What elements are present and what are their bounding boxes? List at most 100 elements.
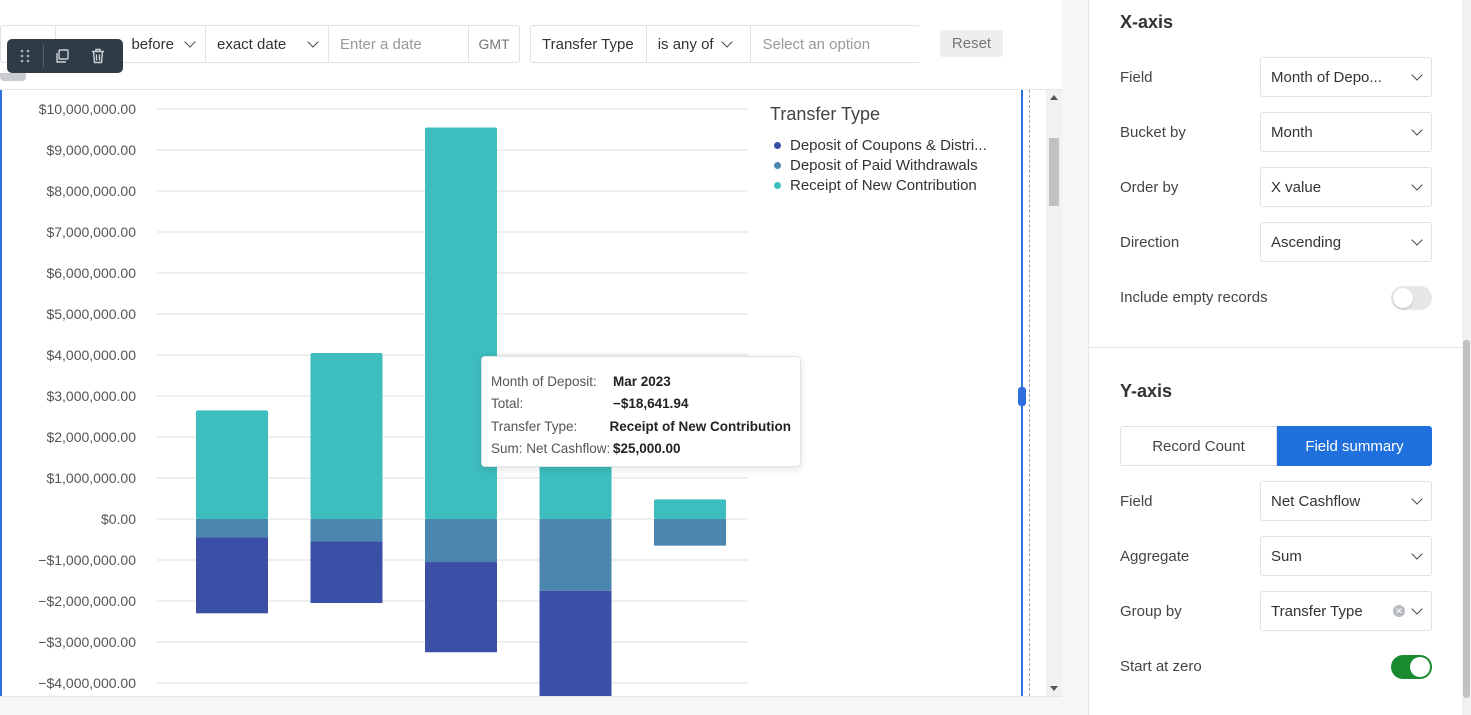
reset-button[interactable]: Reset <box>940 30 1003 57</box>
yaxis-field-label: Field <box>1120 493 1153 510</box>
bar-segment[interactable] <box>310 519 383 542</box>
start-at-zero-label: Start at zero <box>1120 658 1202 675</box>
type-option-input[interactable]: Select an option <box>751 26 920 62</box>
type-operator-select[interactable]: is any of <box>647 26 752 62</box>
include-empty-toggle[interactable] <box>1391 286 1432 310</box>
resize-handle[interactable] <box>1018 387 1026 406</box>
yaxis-mode-toggle: Record Count Field summary <box>1120 426 1432 466</box>
layout-guide <box>1029 90 1030 696</box>
bar-segment[interactable] <box>196 537 268 614</box>
aggregate-label: Aggregate <box>1120 548 1190 565</box>
clear-icon[interactable]: ✕ <box>1393 605 1405 617</box>
drag-handle-icon[interactable] <box>7 39 43 73</box>
bar-segment[interactable] <box>310 352 383 519</box>
bar-segment[interactable] <box>196 410 268 519</box>
scroll-up-arrow-icon[interactable] <box>1050 95 1058 100</box>
group-by-select[interactable]: Transfer Type ✕ <box>1260 591 1432 631</box>
y-tick-label: $0.00 <box>101 511 136 527</box>
xaxis-field-label: Field <box>1120 69 1153 86</box>
field-summary-tab[interactable]: Field summary <box>1277 426 1432 466</box>
selection-border-left <box>0 90 2 696</box>
include-empty-label: Include empty records <box>1120 289 1268 306</box>
bucket-by-value: Month <box>1271 123 1313 141</box>
duplicate-icon[interactable] <box>44 39 80 73</box>
chevron-down-icon <box>1411 123 1423 136</box>
tooltip-row: Total: −$18,641.94 <box>491 393 791 416</box>
tooltip-value: Receipt of New Contribution <box>609 418 792 434</box>
type-filter: Transfer Type is any of Select an option <box>530 25 920 63</box>
chart-canvas: before exact date Enter a date GMT Trans… <box>0 0 1062 697</box>
start-at-zero-toggle[interactable] <box>1391 655 1432 679</box>
group-by-label: Group by <box>1120 603 1182 620</box>
y-tick-label: $4,000,000.00 <box>46 347 136 363</box>
order-by-label: Order by <box>1120 179 1179 196</box>
timezone-label: GMT <box>469 26 519 62</box>
legend-label: Deposit of Paid Withdrawals <box>790 156 978 174</box>
tooltip-row: Month of Deposit: Mar 2023 <box>491 370 791 393</box>
tooltip-value: Mar 2023 <box>613 373 671 389</box>
legend-item[interactable]: Receipt of New Contribution <box>770 175 987 195</box>
y-tick-label: −$3,000,000.00 <box>38 634 136 650</box>
y-tick-label: −$2,000,000.00 <box>38 593 136 609</box>
chevron-down-icon <box>1411 547 1423 560</box>
date-input-placeholder: Enter a date <box>340 35 422 53</box>
direction-select[interactable]: Ascending <box>1260 222 1432 262</box>
scroll-thumb[interactable] <box>1049 138 1059 206</box>
chevron-down-icon <box>184 35 196 48</box>
bar-segment[interactable] <box>425 519 497 563</box>
direction-label: Direction <box>1120 234 1180 251</box>
chevron-down-icon <box>1411 233 1423 246</box>
tooltip-key: Sum: Net Cashflow: <box>491 441 611 457</box>
xaxis-field-value: Month of Depo... <box>1271 68 1382 86</box>
date-mode-select[interactable]: exact date <box>206 26 329 62</box>
bar-segment[interactable] <box>310 541 383 604</box>
tooltip-value: −$18,641.94 <box>613 396 689 412</box>
legend-dot <box>774 161 781 169</box>
bar-segment[interactable] <box>539 519 612 591</box>
xaxis-field-select[interactable]: Month of Depo... <box>1260 57 1432 97</box>
toolbar-tab <box>0 73 26 81</box>
toggle-knob <box>1410 657 1430 677</box>
y-tick-label: $10,000,000.00 <box>39 101 137 117</box>
legend-item[interactable]: Deposit of Paid Withdrawals <box>770 155 987 175</box>
properties-panel: X-axis Field Month of Depo... Bucket by … <box>1088 0 1463 715</box>
y-tick-label: $1,000,000.00 <box>46 470 136 486</box>
tooltip-value: $25,000.00 <box>613 441 681 457</box>
scroll-down-arrow-icon[interactable] <box>1050 686 1058 691</box>
y-tick-label: −$1,000,000.00 <box>38 552 136 568</box>
toggle-knob <box>1393 288 1413 308</box>
chevron-down-icon <box>307 35 319 48</box>
type-field-select[interactable]: Transfer Type <box>531 26 647 62</box>
chevron-down-icon <box>1411 68 1423 81</box>
y-tick-label: $3,000,000.00 <box>46 388 136 404</box>
bar-segment[interactable] <box>654 519 726 546</box>
type-operator-value: is any of <box>657 35 714 53</box>
timezone-value: GMT <box>478 36 510 52</box>
aggregate-select[interactable]: Sum <box>1260 536 1432 576</box>
aggregate-value: Sum <box>1271 547 1302 565</box>
panel-scrollbar[interactable] <box>1462 0 1471 715</box>
yaxis-section-title: Y-axis <box>1120 381 1173 401</box>
bar-segment[interactable] <box>654 499 726 519</box>
section-divider <box>1089 347 1463 348</box>
bucket-by-select[interactable]: Month <box>1260 112 1432 152</box>
legend-item[interactable]: Deposit of Coupons & Distri... <box>770 135 987 155</box>
chart-legend: Transfer Type Deposit of Coupons & Distr… <box>770 104 987 195</box>
xaxis-section-title: X-axis <box>1120 12 1174 32</box>
record-count-tab[interactable]: Record Count <box>1120 426 1277 466</box>
chevron-down-icon <box>1411 602 1423 615</box>
panel-scroll-thumb[interactable] <box>1463 340 1470 698</box>
bucket-by-label: Bucket by <box>1120 124 1186 141</box>
yaxis-field-select[interactable]: Net Cashflow <box>1260 481 1432 521</box>
bar-segment[interactable] <box>425 562 497 653</box>
y-tick-label: −$4,000,000.00 <box>38 675 136 691</box>
bar-segment[interactable] <box>539 590 612 696</box>
date-input[interactable]: Enter a date <box>329 26 469 62</box>
chart-scrollbar[interactable] <box>1046 90 1062 696</box>
legend-title: Transfer Type <box>770 104 881 124</box>
bar-segment[interactable] <box>196 519 268 538</box>
chart-tooltip: Month of Deposit: Mar 2023 Total: −$18,6… <box>481 356 801 467</box>
order-by-select[interactable]: X value <box>1260 167 1432 207</box>
y-tick-label: $9,000,000.00 <box>46 142 136 158</box>
trash-icon[interactable] <box>80 39 116 73</box>
